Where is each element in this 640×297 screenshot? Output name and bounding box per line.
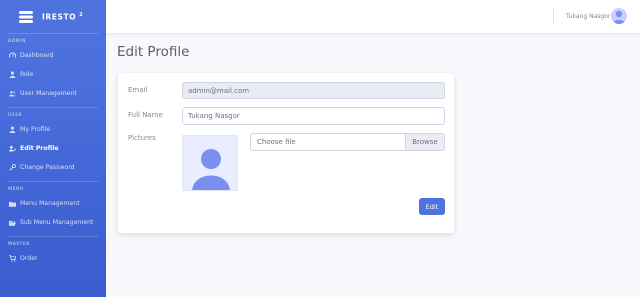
layers-logo-icon [19,10,33,23]
sidebar-item-menu-management[interactable]: Menu Management [0,194,106,213]
fullname-label: Full Name [128,111,163,119]
brand-name: IRESTO 2 [42,11,84,22]
sidebar-item-label: Sub Menu Management [20,219,94,226]
browse-button[interactable]: Browse [405,134,444,150]
folder-open-icon [9,219,16,226]
folder-icon [9,200,16,207]
key-icon [9,164,16,171]
sidebar-item-label: Dashboard [20,52,54,59]
user-name[interactable]: Tukang Nasgor [566,0,610,33]
edit-profile-card: Email admin@mail.com Full Name Tukang Na… [118,73,454,233]
sidebar-item-label: Change Password [20,164,75,171]
sidebar-item-user-management[interactable]: User Management [0,84,106,103]
email-label: Email [128,86,148,94]
edit-button[interactable]: Edit [419,198,445,215]
sidebar-item-order[interactable]: Order [0,249,106,268]
sidebar-item-label: Menu Management [20,200,80,207]
sidebar-item-label: Role [20,71,34,78]
sidebar-item-change-password[interactable]: Change Password [0,158,106,177]
sidebar-item-label: My Profile [20,126,51,133]
fullname-field[interactable]: Tukang Nasgor [182,107,445,125]
sidebar-heading-menu: MENU [8,186,24,191]
sidebar: IRESTO 2 ADMIN Dashboard Role User Manage… [0,0,106,297]
topbar-divider [553,8,554,25]
sidebar-item-label: Edit Profile [20,145,59,152]
user-edit-icon [9,145,16,152]
sidebar-item-my-profile[interactable]: My Profile [0,120,106,139]
avatar[interactable] [611,8,627,24]
user-icon [9,71,16,78]
page-title: Edit Profile [117,44,190,60]
profile-picture [182,135,238,191]
sidebar-item-role[interactable]: Role [0,65,106,84]
brand[interactable]: IRESTO 2 [0,0,106,33]
sidebar-heading-master: MASTER [8,241,30,246]
file-input[interactable]: Choose file Browse [250,133,445,151]
sidebar-heading-admin: ADMIN [8,38,26,43]
sidebar-item-label: User Management [20,90,77,97]
dashboard-icon [9,52,16,59]
user-icon [9,126,16,133]
topbar: Tukang Nasgor [106,0,640,33]
sidebar-divider [8,107,98,108]
sidebar-item-edit-profile[interactable]: Edit Profile [0,139,106,158]
sidebar-item-label: Order [20,255,38,262]
sidebar-divider [8,236,98,237]
cart-icon [9,255,16,262]
sidebar-heading-user: USER [8,112,23,117]
sidebar-divider [8,181,98,182]
users-icon [9,90,16,97]
sidebar-divider [8,33,98,34]
file-name: Choose file [257,138,296,146]
pictures-label: Pictures [128,134,156,142]
sidebar-item-dashboard[interactable]: Dashboard [0,46,106,65]
sidebar-item-sub-menu-management[interactable]: Sub Menu Management [0,213,106,232]
email-field: admin@mail.com [182,82,445,99]
